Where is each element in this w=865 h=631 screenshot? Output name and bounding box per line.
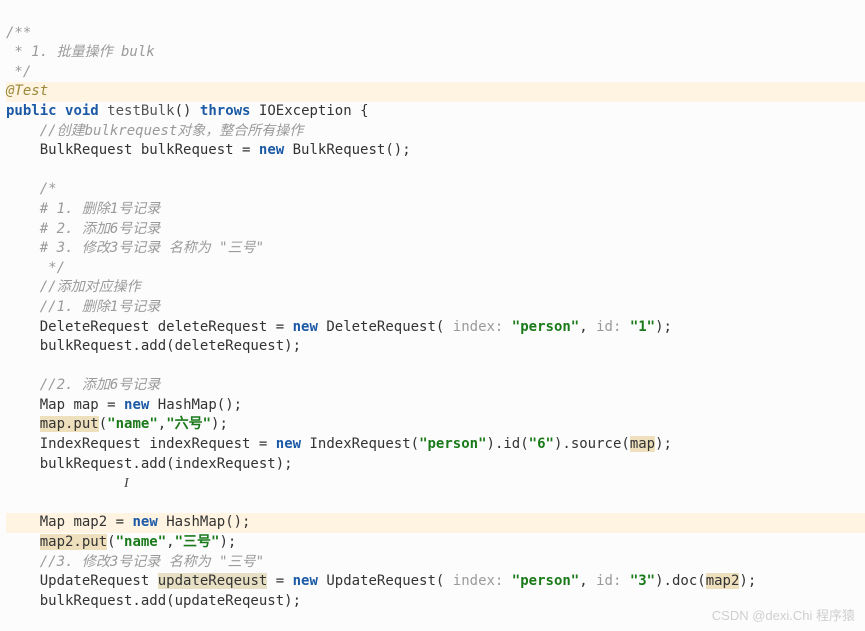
str-person: "person" <box>512 319 579 335</box>
code-block: /** * 1. 批量操作 bulk */ @Test public void … <box>0 0 865 611</box>
comment: //添加对应操作 <box>40 279 141 295</box>
param-hint-id: id: <box>596 319 630 335</box>
type-deleterequest: DeleteRequest <box>40 319 150 335</box>
param-hint-index: index: <box>453 319 512 335</box>
lbrace: { <box>360 103 368 119</box>
kw-public: public <box>6 103 57 119</box>
id-indexrequest: indexRequest <box>149 436 250 452</box>
call-bulkrequest: BulkRequest(); <box>293 142 411 158</box>
comment: //3. 修改3号记录 名称为 "三号" <box>40 554 264 570</box>
kw-void: void <box>65 103 99 119</box>
hl-map-put: map.put <box>40 416 99 432</box>
method-name: testBulk <box>107 103 174 119</box>
comment: */ <box>6 64 31 80</box>
type-updaterequest: UpdateRequest <box>40 573 150 589</box>
hl-map2-put: map2.put <box>40 534 107 550</box>
type-bulkrequest: BulkRequest <box>40 142 133 158</box>
type-indexrequest: IndexRequest <box>40 436 141 452</box>
comment: */ <box>40 260 65 276</box>
id-map2: map2 <box>73 514 107 530</box>
comment: # 1. 删除1号记录 <box>40 201 161 217</box>
comment: # 2. 添加6号记录 <box>40 221 161 237</box>
id-bulkrequest: bulkRequest <box>141 142 234 158</box>
stmt-add-index: bulkRequest.add(indexRequest); <box>40 456 293 472</box>
comment: /** <box>6 25 31 41</box>
id-deleterequest: deleteRequest <box>158 319 268 335</box>
comment: //1. 删除1号记录 <box>40 299 161 315</box>
comment: //2. 添加6号记录 <box>40 377 161 393</box>
kw-new: new <box>259 142 284 158</box>
comment: # 3. 修改3号记录 名称为 "三号" <box>40 240 264 256</box>
annotation-test: @Test <box>6 83 48 99</box>
comment: * 1. 批量操作 bulk <box>6 44 155 60</box>
type-map: Map <box>40 397 65 413</box>
type-ioexception: IOException <box>259 103 352 119</box>
stmt-add-delete: bulkRequest.add(deleteRequest); <box>40 338 301 354</box>
text-cursor-ibeam-icon: I <box>124 476 129 491</box>
str-1: "1" <box>630 319 655 335</box>
kw-throws: throws <box>200 103 251 119</box>
stmt-add-update: bulkRequest.add(updateReqeust); <box>40 593 301 609</box>
comment: /* <box>40 181 57 197</box>
id-map: map <box>73 397 98 413</box>
id-updatereqeust: updateReqeust <box>158 573 268 589</box>
caret-icon <box>251 514 252 528</box>
comment: //创建bulkrequest对象，整合所有操作 <box>40 123 304 139</box>
